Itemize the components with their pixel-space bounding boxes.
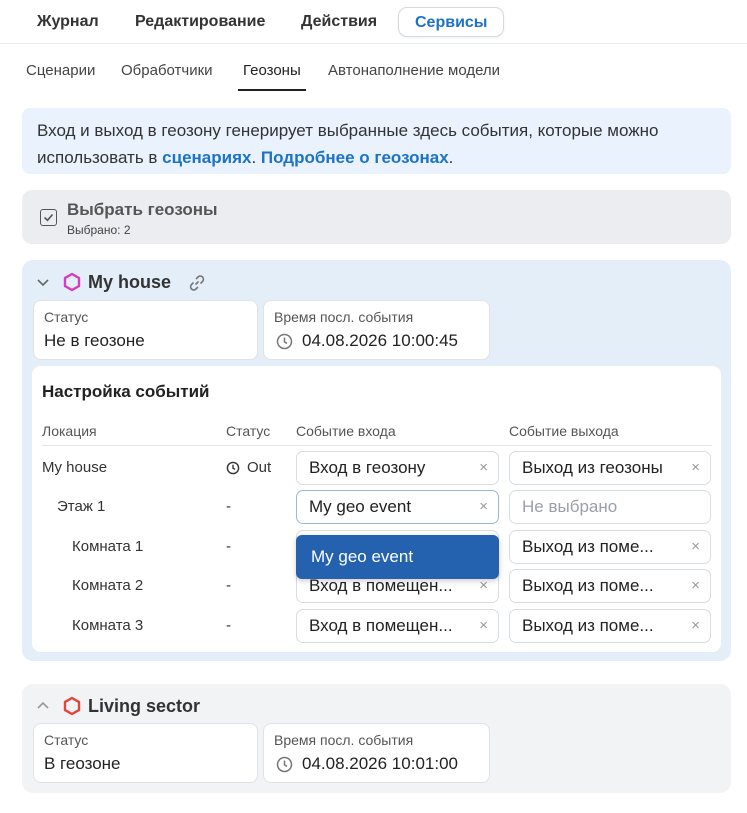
exit-event-select[interactable]: Выход из поме... × <box>509 530 711 564</box>
row-location: My house <box>42 459 108 476</box>
col-exit-event: Событие выхода <box>509 423 619 439</box>
subtab-geozones[interactable]: Геозоны <box>238 62 306 91</box>
row-location: Комната 1 <box>72 538 144 555</box>
col-enter-event: Событие входа <box>296 423 396 439</box>
last-event-value: 04.08.2026 10:00:45 <box>302 331 458 350</box>
enter-event-value: Вход в геозону <box>309 458 426 477</box>
row-status: - <box>226 538 231 555</box>
last-event-label: Время посл. события <box>274 309 414 325</box>
row-status-text: Out <box>247 459 272 476</box>
exit-event-value: Выход из геозоны <box>522 458 663 477</box>
row-status: - <box>226 617 231 634</box>
row-location: Комната 2 <box>72 577 144 594</box>
clear-icon[interactable]: × <box>691 570 700 602</box>
exit-event-select[interactable]: Не выбрано <box>509 490 711 524</box>
exit-event-select[interactable]: Выход из геозоны × <box>509 451 711 485</box>
exit-event-value: Выход из поме... <box>522 576 654 595</box>
info-text-end: . <box>448 148 454 167</box>
last-event-value: 04.08.2026 10:01:00 <box>302 754 458 773</box>
row-status: - <box>226 577 231 594</box>
exit-event-select[interactable]: Выход из поме... × <box>509 569 711 603</box>
selected-count: Выбрано: 2 <box>67 223 131 237</box>
subtab-handlers[interactable]: Обработчики <box>116 62 218 89</box>
info-text-sep: . <box>251 148 261 167</box>
link-icon[interactable] <box>187 273 207 293</box>
clear-icon[interactable]: × <box>691 610 700 642</box>
status-label: Статус <box>44 732 89 748</box>
geozones-more-link[interactable]: Подробнее о геозонах <box>261 148 449 167</box>
clock-icon <box>226 461 240 475</box>
clear-icon[interactable]: × <box>479 610 488 642</box>
status-value: Не в геозоне <box>44 331 145 350</box>
enter-event-value: Вход в помещен... <box>309 616 453 635</box>
subtab-scenarios[interactable]: Сценарии <box>21 62 100 89</box>
row-status: Out <box>226 459 271 476</box>
scenarios-link[interactable]: сценариях <box>162 148 251 167</box>
clear-icon[interactable]: × <box>691 452 700 484</box>
clock-icon <box>276 756 293 773</box>
last-event-field: Время посл. события 04.08.2026 10:00:45 <box>263 300 490 360</box>
status-label: Статус <box>44 309 89 325</box>
tab-services[interactable]: Сервисы <box>398 7 505 37</box>
chevron-down-icon[interactable] <box>35 274 51 290</box>
exit-event-value: Выход из поме... <box>522 537 654 556</box>
clear-icon[interactable]: × <box>479 452 488 484</box>
chevron-up-icon[interactable] <box>35 698 51 714</box>
last-event-label: Время посл. события <box>274 732 414 748</box>
row-location: Этаж 1 <box>57 498 106 515</box>
select-geozones-button[interactable]: Выбрать геозоны Выбрано: 2 <box>22 190 731 244</box>
exit-event-value: Выход из поме... <box>522 616 654 635</box>
subtab-model-autofill[interactable]: Автонаполнение модели <box>323 62 505 89</box>
hexagon-icon <box>63 272 81 292</box>
enter-event-select[interactable]: Вход в помещен... × <box>296 609 499 643</box>
enter-event-select[interactable]: My geo event × <box>296 490 499 524</box>
hexagon-icon <box>63 696 81 716</box>
sub-tab-bar: Сценарии Обработчики Геозоны Автонаполне… <box>0 44 747 96</box>
select-geozones-title: Выбрать геозоны <box>67 200 218 219</box>
row-location: Комната 3 <box>72 617 144 634</box>
status-field: Статус В геозоне <box>33 723 258 783</box>
col-status: Статус <box>226 423 271 439</box>
tab-editing[interactable]: Редактирование <box>119 7 281 37</box>
geozone-name: Living sector <box>88 696 201 716</box>
status-value: В геозоне <box>44 754 121 773</box>
exit-event-placeholder: Не выбрано <box>522 497 618 516</box>
tab-actions[interactable]: Действия <box>285 7 393 37</box>
status-field: Статус Не в геозоне <box>33 300 258 360</box>
top-tab-bar: Журнал Редактирование Действия Сервисы <box>0 0 747 44</box>
event-settings-title: Настройка событий <box>42 382 210 401</box>
clear-icon[interactable]: × <box>479 491 488 523</box>
tab-journal[interactable]: Журнал <box>21 7 115 37</box>
last-event-field: Время посл. события 04.08.2026 10:01:00 <box>263 723 490 783</box>
row-status: - <box>226 498 231 515</box>
header-divider <box>42 445 712 446</box>
enter-event-value: My geo event <box>309 497 412 516</box>
dropdown-option[interactable]: My geo event <box>296 535 499 579</box>
col-location: Локация <box>42 423 97 439</box>
clock-icon <box>276 333 293 350</box>
geozone-name: My house <box>88 272 172 292</box>
enter-event-select[interactable]: Вход в геозону × <box>296 451 499 485</box>
exit-event-select[interactable]: Выход из поме... × <box>509 609 711 643</box>
checkbox-icon <box>40 209 57 226</box>
info-banner: Вход и выход в геозону генерирует выбран… <box>22 108 731 174</box>
clear-icon[interactable]: × <box>691 531 700 563</box>
